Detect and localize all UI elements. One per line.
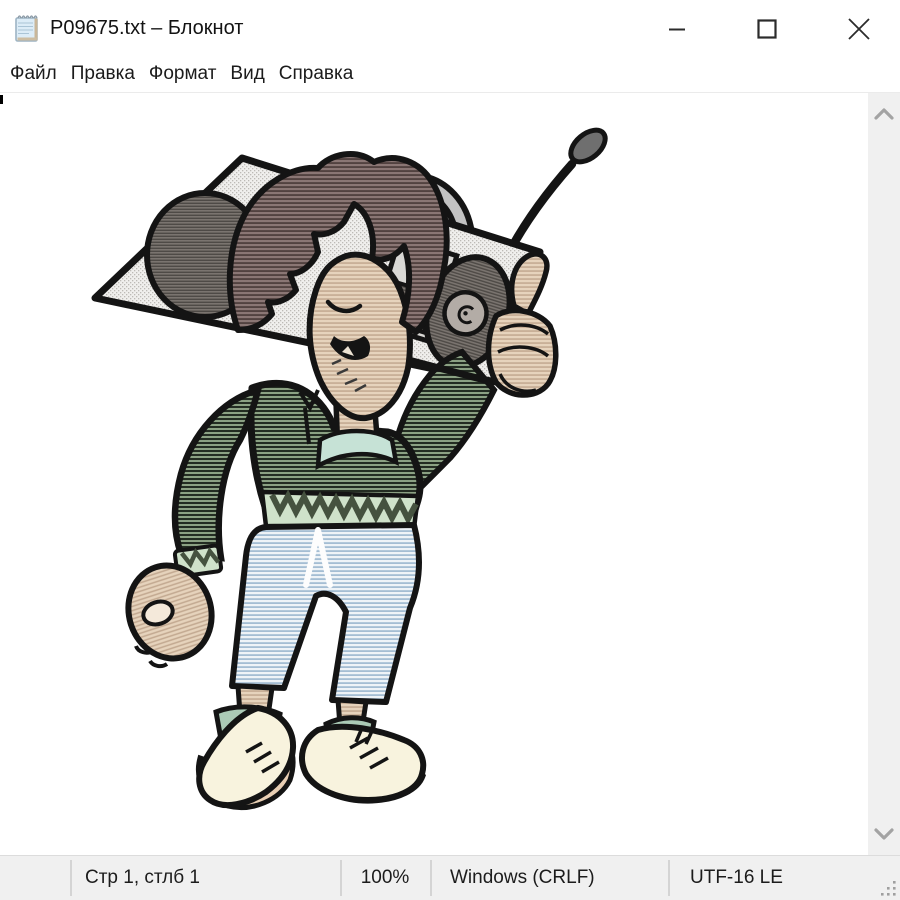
minimize-button[interactable]: [645, 0, 709, 57]
status-cursor-position: Стр 1, стлб 1: [85, 856, 200, 900]
window-title: P09675.txt – Блокнот: [50, 0, 243, 57]
status-encoding: UTF-16 LE: [690, 856, 783, 900]
menu-help[interactable]: Справка: [272, 57, 361, 93]
close-button[interactable]: [827, 0, 891, 57]
notepad-icon: [13, 13, 41, 43]
close-icon: [846, 16, 872, 42]
status-zoom-level[interactable]: 100%: [340, 856, 430, 900]
status-divider: [70, 860, 72, 896]
thumb: [512, 254, 547, 314]
titlebar: P09675.txt – Блокнот: [0, 0, 900, 57]
status-line-ending: Windows (CRLF): [450, 856, 595, 900]
face: [310, 255, 410, 418]
status-divider: [668, 860, 670, 896]
menubar: Файл Правка Формат Вид Справка: [0, 57, 900, 93]
maximize-button[interactable]: [735, 0, 799, 57]
scroll-up-icon[interactable]: [873, 107, 895, 121]
vertical-scrollbar[interactable]: [868, 93, 900, 855]
menu-format[interactable]: Формат: [142, 57, 224, 93]
jeans: [232, 525, 419, 702]
maximize-icon: [755, 17, 779, 41]
menu-view[interactable]: Вид: [223, 57, 271, 93]
scroll-down-icon[interactable]: [873, 827, 895, 841]
clipart-man-with-boombox: [0, 93, 868, 855]
notepad-window: P09675.txt – Блокнот Файл Правка Формат …: [0, 0, 900, 900]
resize-grip-icon[interactable]: [880, 880, 898, 898]
status-divider: [430, 860, 432, 896]
text-editor-area[interactable]: [0, 93, 900, 855]
menu-edit[interactable]: Правка: [64, 57, 142, 93]
left-sleeve: [175, 390, 258, 558]
menu-file[interactable]: Файл: [3, 57, 64, 93]
statusbar: Стр 1, стлб 1 100% Windows (CRLF) UTF-16…: [0, 855, 900, 900]
right-shoe: [302, 727, 423, 801]
left-shoe: [198, 708, 293, 808]
minimize-icon: [665, 17, 689, 41]
